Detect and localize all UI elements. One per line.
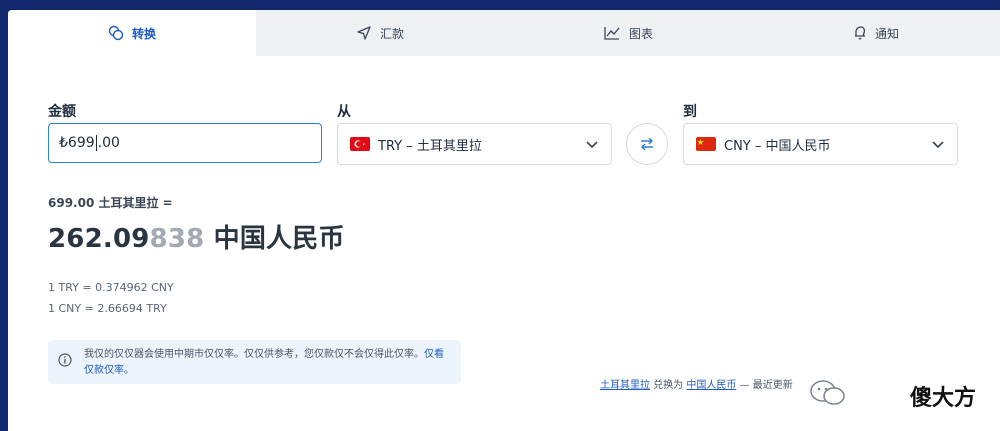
turkey-flag-icon <box>350 137 370 151</box>
amount-input[interactable]: ₺699.00 <box>48 123 322 163</box>
rate-cny-try: 1 CNY = 2.66694 TRY <box>48 302 167 315</box>
footer-line: 土耳其里拉 兑换为 中国人民币 — 最近更新 <box>600 376 793 391</box>
chevron-down-icon <box>586 141 598 149</box>
result-main: 262.09 <box>48 224 150 254</box>
to-currency-value: CNY – 中国人民币 <box>724 138 831 154</box>
footer-from-link[interactable]: 土耳其里拉 <box>600 380 650 391</box>
result-dim-digits: 838 <box>149 224 205 254</box>
tab-convert-label: 转换 <box>131 26 156 41</box>
tab-chart-label: 图表 <box>628 26 653 41</box>
tab-send[interactable]: 汇款 <box>256 10 504 56</box>
china-flag-icon <box>696 137 716 151</box>
send-icon <box>357 26 371 40</box>
info-icon <box>58 353 72 367</box>
tab-convert[interactable]: 转换 <box>8 10 256 56</box>
tab-bar: 转换 汇款 图表 通知 <box>8 10 1000 56</box>
chevron-down-icon <box>932 141 944 149</box>
wechat-icon <box>810 380 845 405</box>
tab-send-label: 汇款 <box>379 26 404 41</box>
to-label: 到 <box>683 104 697 120</box>
tab-alerts-label: 通知 <box>874 26 899 41</box>
coins-icon <box>108 25 124 41</box>
amount-value-b: .00 <box>97 135 120 151</box>
rate-notice: 我仅的仅仅器会使用中期市仅仅率。仅仅供参考，您仅款仅不会仅得此仅率。仅看仅款仅率… <box>48 340 461 384</box>
result-currency: 中国人民币 <box>204 224 345 254</box>
chart-icon <box>604 27 620 40</box>
text-caret <box>95 135 97 151</box>
footer-tail: — 最近更新 <box>736 380 793 391</box>
converter-card: 转换 汇款 图表 通知 金额 从 到 ₺699.00 TRY – 土耳其里拉 C… <box>8 10 1000 431</box>
swap-arrows-icon <box>641 137 653 151</box>
footer-to-link[interactable]: 中国人民币 <box>686 380 736 391</box>
from-label: 从 <box>337 104 351 120</box>
conversion-result: 262.09838 中国人民币 <box>48 218 345 255</box>
conversion-source-line: 699.00 土耳其里拉 = <box>48 196 173 210</box>
amount-value-a: ₺699 <box>59 135 95 151</box>
tab-alerts[interactable]: 通知 <box>752 10 1000 56</box>
from-currency-select[interactable]: TRY – 土耳其里拉 <box>337 123 612 165</box>
bell-icon <box>854 26 866 40</box>
swap-currencies-button[interactable] <box>626 123 668 165</box>
rate-try-cny: 1 TRY = 0.374962 CNY <box>48 281 174 294</box>
tab-chart[interactable]: 图表 <box>504 10 752 56</box>
from-currency-value: TRY – 土耳其里拉 <box>378 138 482 154</box>
amount-label: 金额 <box>48 104 76 120</box>
notice-text: 我仅的仅仅器会使用中期市仅仅率。仅仅供参考，您仅款仅不会仅得此仅率。 <box>84 349 424 360</box>
watermark-text: 傻大方 <box>910 385 977 411</box>
footer-middle: 兑换为 <box>650 380 687 391</box>
to-currency-select[interactable]: CNY – 中国人民币 <box>683 123 958 165</box>
